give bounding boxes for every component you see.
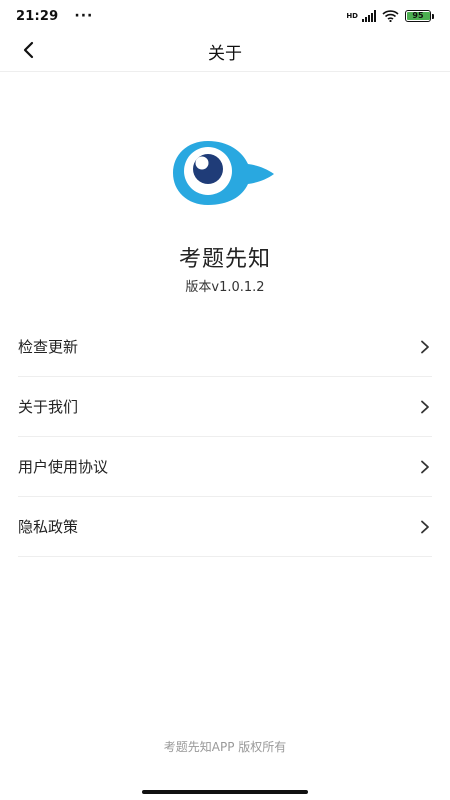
app-name: 考题先知 [178, 247, 271, 272]
status-bar: 21:29 ··· HD 95 [0, 0, 450, 32]
menu-item-user-agreement[interactable]: 用户使用协议 [18, 437, 432, 497]
settings-menu: 检查更新 关于我们 用户使用协议 隐私政策 [18, 317, 432, 557]
navigation-bar: 关于 [0, 32, 450, 72]
menu-item-label: 隐私政策 [18, 518, 79, 536]
menu-item-about-us[interactable]: 关于我们 [18, 377, 432, 437]
app-version: 版本v1.0.1.2 [185, 280, 265, 295]
wifi-icon [382, 7, 399, 26]
copyright-text: 考题先知APP 版权所有 [163, 740, 287, 754]
chevron-right-icon [418, 460, 432, 474]
status-time: 21:29 [16, 8, 59, 24]
battery-tip [432, 13, 434, 19]
chevron-right-icon [418, 520, 432, 534]
menu-item-privacy-policy[interactable]: 隐私政策 [18, 497, 432, 557]
signal-icon [362, 7, 376, 26]
status-right: HD 95 [346, 7, 434, 26]
menu-item-label: 关于我们 [18, 398, 79, 416]
battery-icon: 95 [405, 10, 431, 22]
more-dots-icon: ··· [74, 8, 94, 24]
home-indicator[interactable] [142, 790, 308, 794]
chevron-right-icon [418, 340, 432, 354]
chevron-left-icon [21, 41, 35, 63]
back-button[interactable] [14, 38, 42, 66]
menu-item-label: 检查更新 [18, 338, 79, 356]
chevron-right-icon [418, 400, 432, 414]
status-left: 21:29 ··· [16, 8, 93, 24]
page-title: 关于 [208, 44, 242, 64]
hd-label: HD [346, 11, 358, 20]
menu-item-label: 用户使用协议 [18, 458, 109, 476]
eye-logo-icon [170, 138, 280, 208]
battery-level: 95 [412, 11, 424, 20]
menu-item-check-update[interactable]: 检查更新 [18, 317, 432, 377]
